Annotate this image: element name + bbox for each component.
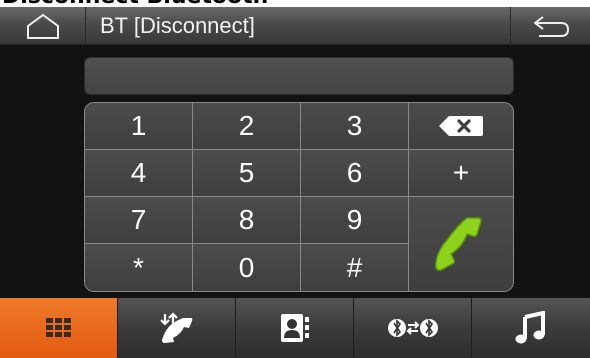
tab-music[interactable] [472,298,590,358]
backspace-button[interactable] [409,103,513,150]
key-9[interactable]: 9 [301,197,409,244]
tab-bluetooth-pair[interactable] [354,298,472,358]
tab-dialpad[interactable] [0,298,118,358]
phone-call-icon [435,217,482,271]
contacts-icon [280,314,309,342]
key-0[interactable]: 0 [193,244,301,291]
tab-contacts[interactable] [236,298,354,358]
dial-keypad: 1 2 3 4 5 6 + 7 8 9 * 0 # [84,102,514,292]
home-icon [26,13,59,39]
bluetooth-pair-icon [387,319,438,337]
tab-call-log[interactable] [118,298,236,358]
call-log-icon [159,312,192,343]
music-icon [515,311,545,344]
key-plus[interactable]: + [409,150,513,197]
backspace-icon [439,116,483,136]
back-arrow-icon [533,16,569,37]
key-hash[interactable]: # [301,244,409,291]
key-6[interactable]: 6 [301,150,409,197]
home-button[interactable] [0,7,86,45]
dialpad-icon [45,318,71,337]
call-button[interactable] [409,197,513,291]
key-4[interactable]: 4 [85,150,193,197]
key-5[interactable]: 5 [193,150,301,197]
back-button[interactable] [510,7,590,45]
bottom-tab-bar [0,298,590,358]
key-7[interactable]: 7 [85,197,193,244]
page-title: BT [Disconnect] [100,13,255,38]
key-star[interactable]: * [85,244,193,291]
key-1[interactable]: 1 [85,103,193,150]
key-3[interactable]: 3 [301,103,409,150]
key-8[interactable]: 8 [193,197,301,244]
key-2[interactable]: 2 [193,103,301,150]
top-bar: BT [Disconnect] [0,7,590,45]
dialed-number-display [84,57,514,95]
bt-phone-screen: BT [Disconnect] 1 2 3 4 5 6 + 7 8 9 * 0 … [0,7,590,358]
